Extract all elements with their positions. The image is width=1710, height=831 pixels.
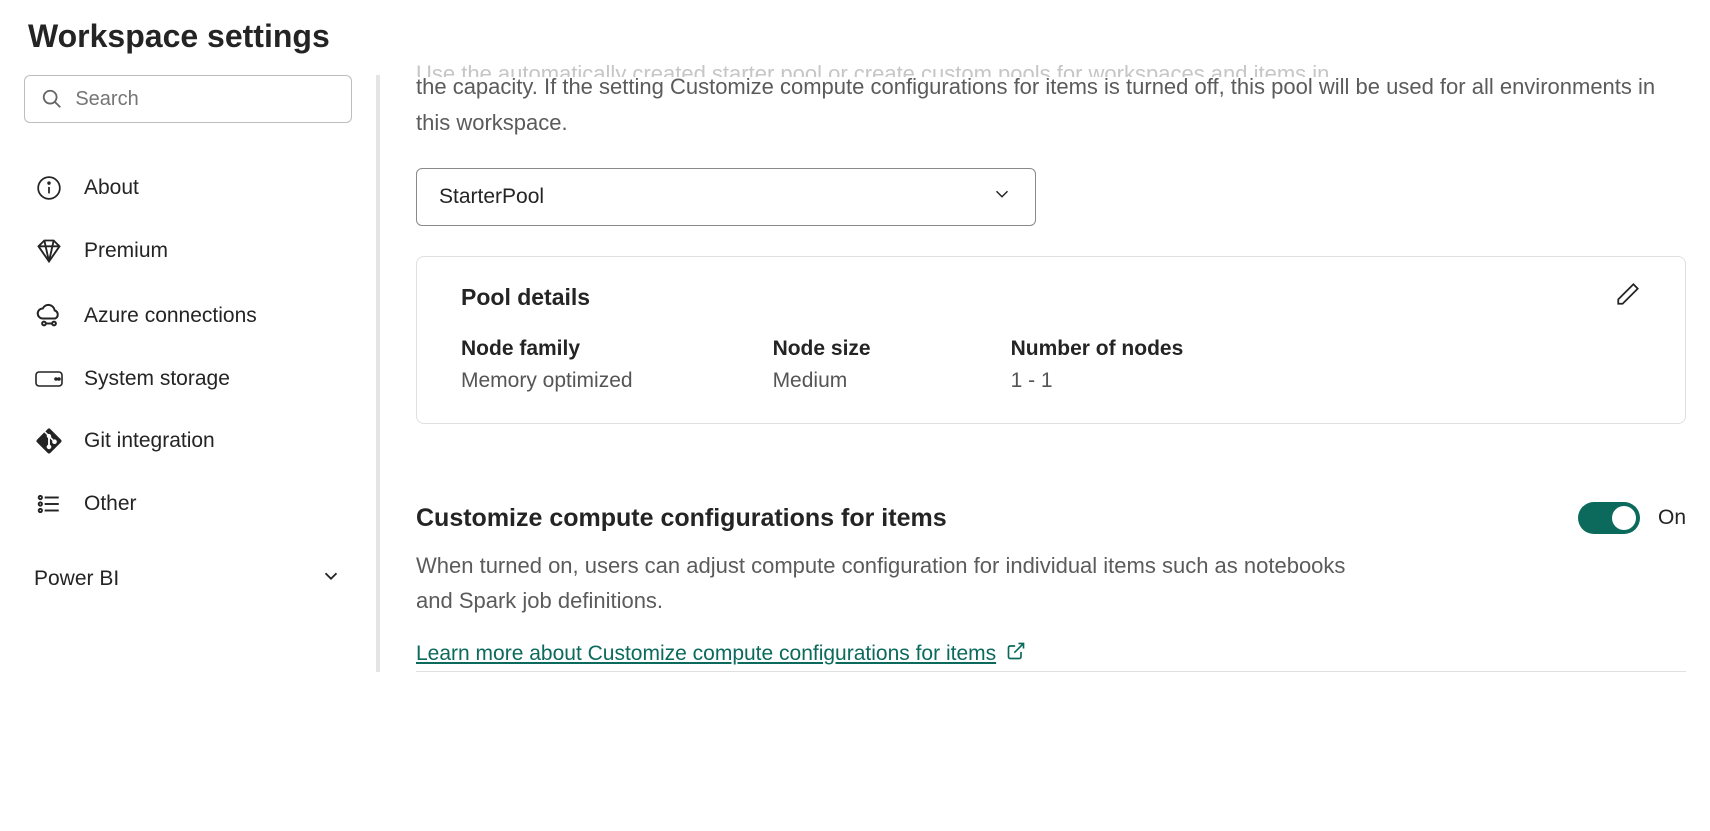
sidebar-item-git-integration[interactable]: Git integration xyxy=(34,409,352,473)
field-label: Node family xyxy=(461,337,633,361)
pool-description: the capacity. If the setting Customize c… xyxy=(416,69,1686,140)
sidebar-item-other[interactable]: Other xyxy=(34,473,352,535)
sidebar-item-premium[interactable]: Premium xyxy=(34,219,352,283)
toggle-knob xyxy=(1612,506,1636,530)
search-icon xyxy=(39,88,65,110)
sidebar-item-label: Git integration xyxy=(84,429,215,453)
edit-pool-button[interactable] xyxy=(1615,281,1641,313)
pool-details-title: Pool details xyxy=(461,284,590,311)
customize-compute-toggle-group: On xyxy=(1578,502,1686,534)
sidebar-section-powerbi[interactable]: Power BI xyxy=(24,535,352,593)
customize-compute-description: When turned on, users can adjust compute… xyxy=(416,548,1346,618)
cloud-connection-icon xyxy=(34,301,64,331)
search-input[interactable] xyxy=(75,88,337,111)
pool-dropdown[interactable]: StarterPool xyxy=(416,168,1036,226)
chevron-down-icon xyxy=(320,565,342,593)
pool-field-node-count: Number of nodes 1 - 1 xyxy=(1011,337,1184,393)
info-icon xyxy=(34,175,64,201)
main-content: Use the automatically created starter po… xyxy=(380,75,1710,672)
sidebar: About Premium Azure connections System s… xyxy=(0,75,380,672)
pool-dropdown-value: StarterPool xyxy=(439,185,544,209)
diamond-icon xyxy=(34,237,64,265)
external-link-icon xyxy=(1006,641,1026,667)
layout: About Premium Azure connections System s… xyxy=(0,75,1710,672)
toggle-state-label: On xyxy=(1658,506,1686,530)
pencil-icon xyxy=(1615,286,1641,312)
sidebar-item-label: Other xyxy=(84,492,137,516)
field-label: Node size xyxy=(773,337,871,361)
customize-compute-toggle[interactable] xyxy=(1578,502,1640,534)
customize-compute-title: Customize compute configurations for ite… xyxy=(416,504,947,533)
git-icon xyxy=(34,427,64,455)
chevron-down-icon xyxy=(991,183,1013,211)
sidebar-item-label: System storage xyxy=(84,367,230,391)
sidebar-item-label: Premium xyxy=(84,239,168,263)
sidebar-item-azure-connections[interactable]: Azure connections xyxy=(34,283,352,349)
nav-list: About Premium Azure connections System s… xyxy=(24,157,352,535)
sidebar-item-label: Azure connections xyxy=(84,304,257,328)
pool-field-node-family: Node family Memory optimized xyxy=(461,337,633,393)
sidebar-section-label: Power BI xyxy=(34,567,119,591)
search-wrap[interactable] xyxy=(24,75,352,123)
learn-more-text: Learn more about Customize compute confi… xyxy=(416,642,996,666)
pool-details-card: Pool details Node family Memory optimize… xyxy=(416,256,1686,424)
pool-description-cut: Use the automatically created starter po… xyxy=(416,63,1686,77)
field-value: Medium xyxy=(773,369,871,393)
list-settings-icon xyxy=(34,491,64,517)
pool-field-node-size: Node size Medium xyxy=(773,337,871,393)
field-value: Memory optimized xyxy=(461,369,633,393)
field-label: Number of nodes xyxy=(1011,337,1184,361)
sidebar-item-label: About xyxy=(84,176,139,200)
section-divider xyxy=(416,671,1686,672)
storage-icon xyxy=(34,369,64,389)
customize-compute-section: Customize compute configurations for ite… xyxy=(416,502,1686,671)
field-value: 1 - 1 xyxy=(1011,369,1184,393)
sidebar-item-about[interactable]: About xyxy=(34,157,352,219)
learn-more-link[interactable]: Learn more about Customize compute confi… xyxy=(416,641,1026,667)
sidebar-item-system-storage[interactable]: System storage xyxy=(34,349,352,409)
